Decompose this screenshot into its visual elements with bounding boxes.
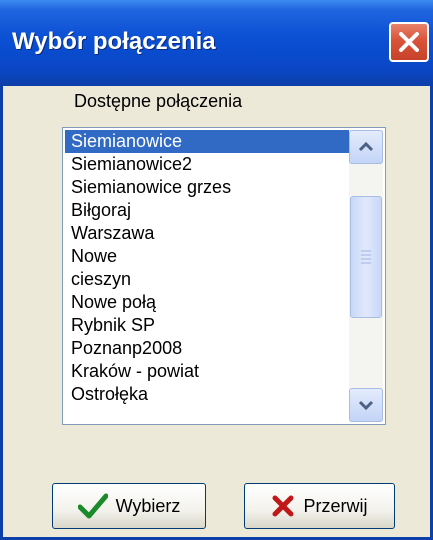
connections-listbox[interactable]: Siemianowice Siemianowice2 Siemianowice gr… — [62, 127, 386, 425]
cancel-button[interactable]: Przerwij — [244, 483, 395, 529]
checkmark-icon — [77, 493, 108, 519]
list-item[interactable]: Siemianowice — [65, 130, 349, 153]
list-item[interactable]: Kraków - powiat — [65, 360, 349, 383]
list-item[interactable]: Ostrołęka — [65, 383, 349, 406]
vertical-scrollbar[interactable] — [349, 130, 383, 422]
connections-label: Dostępne połączenia — [74, 91, 243, 111]
list-item[interactable]: Biłgoraj — [65, 199, 349, 222]
list-item[interactable]: cieszyn — [65, 268, 349, 291]
close-icon — [399, 32, 419, 52]
list-item[interactable]: Poznanp2008 — [65, 337, 349, 360]
list-item[interactable]: Warszawa — [65, 222, 349, 245]
list-item[interactable]: Nowe — [65, 245, 349, 268]
window-title: Wybór połączenia — [12, 28, 216, 55]
list-item[interactable]: Rybnik SP — [65, 314, 349, 337]
select-button-label: Wybierz — [115, 495, 181, 516]
cancel-button-label: Przerwij — [303, 495, 368, 516]
scroll-thumb[interactable] — [350, 196, 382, 318]
list-item[interactable]: Nowe połą — [65, 291, 349, 314]
title-bar[interactable]: Wybór połączenia — [0, 0, 433, 86]
chevron-up-icon — [358, 141, 374, 152]
scroll-up-button[interactable] — [349, 130, 383, 164]
list-item[interactable]: Siemianowice grzes — [65, 176, 349, 199]
list-item[interactable]: Siemianowice2 — [65, 153, 349, 176]
x-icon — [272, 495, 294, 517]
connections-list: Siemianowice Siemianowice2 Siemianowice gr… — [65, 130, 349, 406]
close-button[interactable] — [389, 22, 429, 62]
grip-icon — [361, 250, 371, 264]
chevron-down-icon — [358, 400, 374, 411]
scroll-down-button[interactable] — [349, 388, 383, 422]
select-button[interactable]: Wybierz — [52, 483, 206, 529]
dialog-window: Wybór połączenia Dostępne połączenia Sie… — [0, 0, 433, 540]
